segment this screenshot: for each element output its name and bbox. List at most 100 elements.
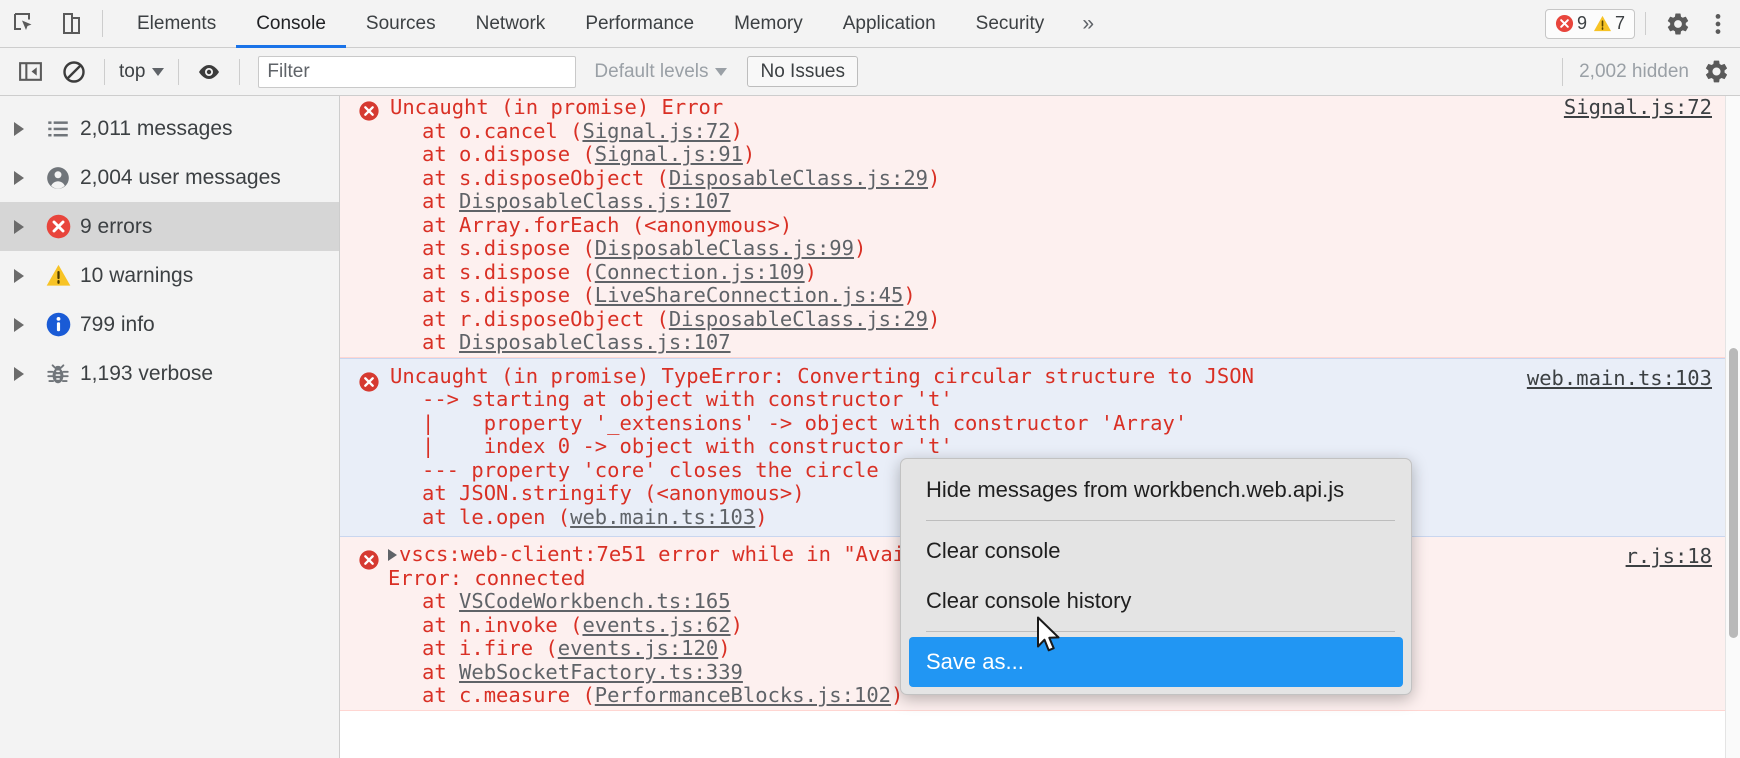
- error-icon: [1555, 14, 1574, 33]
- stack-source-link[interactable]: Signal.js:91: [595, 142, 743, 166]
- expand-triangle-icon[interactable]: [14, 122, 36, 136]
- stack-line: at DisposableClass.js:107: [340, 190, 1740, 214]
- context-menu[interactable]: Hide messages from workbench.web.api.js …: [900, 458, 1412, 695]
- console-message[interactable]: Signal.js:72 Uncaught (in promise) Error…: [340, 96, 1740, 358]
- stack-source-link[interactable]: WebSocketFactory.ts:339: [459, 660, 743, 684]
- stack-source-link[interactable]: events.js:120: [558, 636, 718, 660]
- tab-network[interactable]: Network: [456, 0, 566, 47]
- sidebar-item-verbose[interactable]: 1,193 verbose: [0, 349, 339, 398]
- expand-triangle-icon[interactable]: [14, 318, 36, 332]
- stack-source-link[interactable]: DisposableClass.js:99: [595, 236, 854, 260]
- error-counter: 9: [1555, 13, 1587, 34]
- stack-source-link[interactable]: Connection.js:109: [595, 260, 805, 284]
- stack-source-link[interactable]: VSCodeWorkbench.ts:165: [459, 589, 731, 613]
- console-body: 2,011 messages 2,004 user messages: [0, 96, 1740, 758]
- tab-label: Console: [256, 13, 326, 35]
- device-toolbar-icon[interactable]: [48, 0, 96, 47]
- stack-line: --> starting at object with constructor …: [340, 388, 1740, 412]
- stack-source-link[interactable]: DisposableClass.js:107: [459, 189, 731, 213]
- menu-item-save-as[interactable]: Save as...: [909, 637, 1403, 687]
- stack-source-link[interactable]: DisposableClass.js:29: [669, 166, 928, 190]
- sidebar-item-errors[interactable]: 9 errors: [0, 202, 339, 251]
- stack-source-link[interactable]: events.js:62: [582, 613, 730, 637]
- tab-security[interactable]: Security: [956, 0, 1065, 47]
- expand-triangle-icon[interactable]: [14, 269, 36, 283]
- list-icon: [36, 116, 80, 142]
- menu-item-hide-messages[interactable]: Hide messages from workbench.web.api.js: [901, 465, 1411, 515]
- message-header-text: vscs:web-client:7e51 error while in "Ava…: [399, 542, 917, 566]
- no-issues-button[interactable]: No Issues: [747, 56, 857, 87]
- console-scrollbar[interactable]: [1725, 96, 1740, 758]
- menu-item-label: Clear console: [926, 538, 1061, 564]
- stack-source-link[interactable]: LiveShareConnection.js:45: [595, 283, 904, 307]
- message-source-link[interactable]: r.js:18: [1626, 545, 1712, 569]
- sidebar-item-user-messages[interactable]: 2,004 user messages: [0, 153, 339, 202]
- eye-icon[interactable]: [187, 50, 231, 94]
- clear-console-icon[interactable]: [52, 50, 96, 94]
- expand-triangle-icon[interactable]: [14, 220, 36, 234]
- bug-icon: [36, 361, 80, 387]
- inspect-cursor-icon[interactable]: [0, 0, 48, 47]
- filter-input[interactable]: Filter: [258, 56, 576, 88]
- console-settings-gear-icon[interactable]: [1703, 58, 1730, 85]
- sidebar-item-label: 10 warnings: [80, 264, 193, 288]
- stack-line: at s.dispose (Connection.js:109): [340, 261, 1740, 285]
- stack-line: at s.dispose (LiveShareConnection.js:45): [340, 284, 1740, 308]
- log-levels-dropdown[interactable]: Default levels: [594, 61, 727, 83]
- stack-source-link[interactable]: DisposableClass.js:107: [459, 330, 731, 354]
- filter-placeholder: Filter: [267, 61, 309, 83]
- tab-memory[interactable]: Memory: [714, 0, 823, 47]
- toolbar-divider: [104, 59, 105, 85]
- issues-counter[interactable]: 9 7: [1545, 9, 1635, 39]
- chevron-down-icon: [715, 68, 727, 76]
- error-icon: [358, 100, 380, 122]
- menu-separator: [926, 631, 1395, 632]
- kebab-menu-icon[interactable]: [1700, 0, 1736, 47]
- menu-item-clear-console[interactable]: Clear console: [901, 526, 1411, 576]
- tab-sources[interactable]: Sources: [346, 0, 456, 47]
- sidebar-item-label: 2,011 messages: [80, 117, 233, 141]
- message-source-link[interactable]: web.main.ts:103: [1527, 367, 1712, 391]
- info-icon: [36, 311, 80, 338]
- more-tabs-icon[interactable]: »: [1064, 0, 1112, 47]
- expand-triangle-icon[interactable]: [14, 367, 36, 381]
- stack-source-link[interactable]: web.main.ts:103: [570, 505, 755, 529]
- expand-triangle-icon[interactable]: [14, 171, 36, 185]
- toolbar-divider-right: [1645, 12, 1646, 35]
- menu-item-clear-console-history[interactable]: Clear console history: [901, 576, 1411, 626]
- stack-source-link[interactable]: DisposableClass.js:29: [669, 307, 928, 331]
- menu-item-label: Clear console history: [926, 588, 1131, 614]
- toolbar-divider: [178, 59, 179, 85]
- error-count-label: 9: [1577, 13, 1587, 34]
- devtools-tabbar: Elements Console Sources Network Perform…: [0, 0, 1740, 48]
- execution-context-value: top: [119, 61, 145, 83]
- sidebar-item-messages[interactable]: 2,011 messages: [0, 104, 339, 153]
- chevron-down-icon: [152, 68, 164, 76]
- tabbar-spacer: [1112, 0, 1545, 47]
- toolbar-divider-right: [1562, 58, 1563, 86]
- console-sidebar: 2,011 messages 2,004 user messages: [0, 96, 340, 758]
- execution-context-selector[interactable]: top: [113, 61, 170, 83]
- menu-separator: [926, 520, 1395, 521]
- gear-icon[interactable]: [1656, 0, 1700, 47]
- tab-performance[interactable]: Performance: [565, 0, 714, 47]
- console-sidebar-icon[interactable]: [8, 50, 52, 94]
- sidebar-item-warnings[interactable]: 10 warnings: [0, 251, 339, 300]
- stack-line: | property '_extensions' -> object with …: [340, 412, 1740, 436]
- expand-triangle-icon[interactable]: [388, 549, 397, 561]
- sidebar-item-label: 2,004 user messages: [80, 166, 281, 190]
- tab-elements[interactable]: Elements: [117, 0, 236, 47]
- panel-tabs: Elements Console Sources Network Perform…: [117, 0, 1112, 47]
- no-issues-label: No Issues: [760, 61, 844, 83]
- warning-counter: 7: [1593, 13, 1625, 34]
- hidden-messages-label: 2,002 hidden: [1579, 61, 1689, 83]
- scrollbar-thumb[interactable]: [1729, 348, 1738, 638]
- error-icon: [358, 549, 380, 571]
- stack-line: | index 0 -> object with constructor 't': [340, 435, 1740, 459]
- tab-application[interactable]: Application: [823, 0, 956, 47]
- tab-console[interactable]: Console: [236, 0, 346, 47]
- sidebar-item-info[interactable]: 799 info: [0, 300, 339, 349]
- stack-source-link[interactable]: Signal.js:72: [582, 119, 730, 143]
- message-source-link[interactable]: Signal.js:72: [1564, 96, 1712, 120]
- stack-source-link[interactable]: PerformanceBlocks.js:102: [595, 683, 891, 707]
